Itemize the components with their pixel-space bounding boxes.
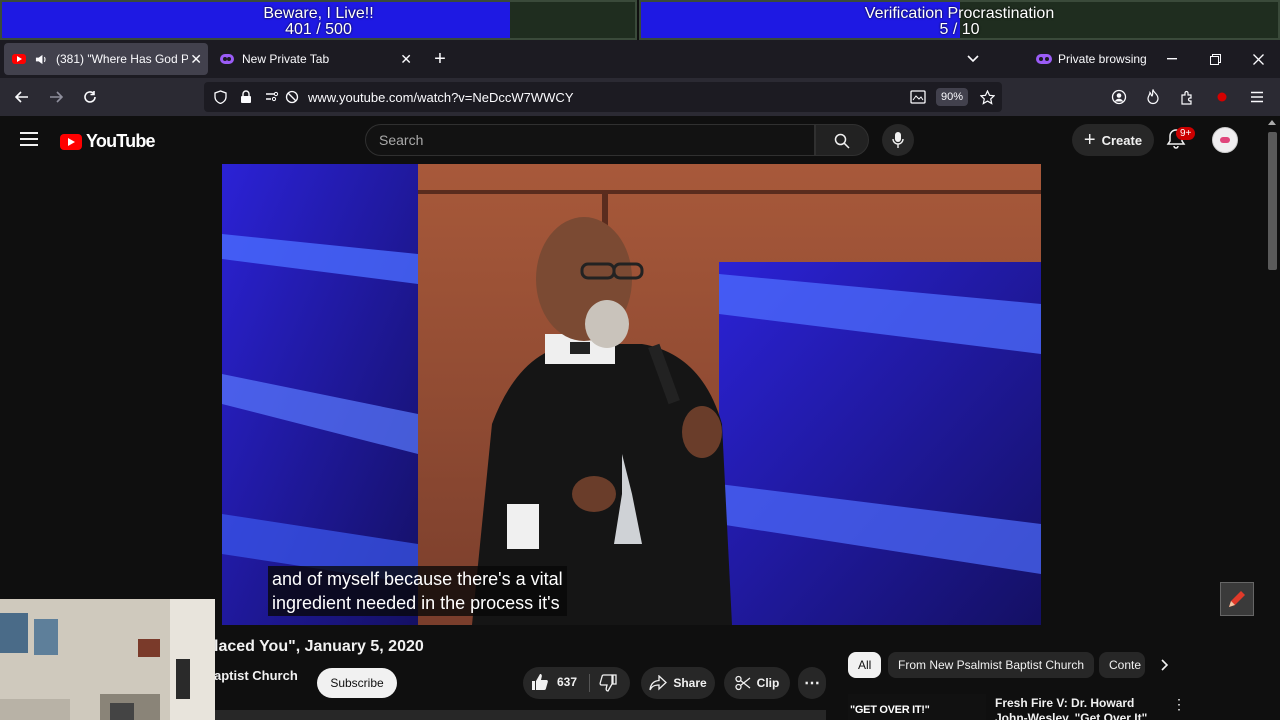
lock-icon[interactable] xyxy=(238,89,254,105)
webcam-overlay xyxy=(0,599,215,720)
url-bar[interactable]: www.youtube.com/watch?v=NeDccW7WWCY 90% xyxy=(204,82,1002,112)
youtube-logo-text: YouTube xyxy=(86,131,156,151)
extensions-puzzle-icon[interactable] xyxy=(1176,86,1198,108)
progress-overlay-1: Beware, I Live!! 401 / 500 xyxy=(0,0,637,40)
search-box[interactable] xyxy=(365,124,815,156)
caption-line-2: ingredient needed in the process it's xyxy=(272,593,560,613)
minimize-window-icon[interactable] xyxy=(1161,48,1183,70)
clip-label: Clip xyxy=(756,676,780,690)
autoplay-blocked-icon[interactable] xyxy=(284,89,300,105)
thumbs-up-icon xyxy=(532,674,548,690)
progress-overlay-1-title: Beware, I Live!! xyxy=(263,5,374,22)
thumbs-down-icon xyxy=(599,674,617,692)
reload-icon[interactable] xyxy=(79,86,101,108)
plus-icon: + xyxy=(1083,129,1096,151)
search-button[interactable] xyxy=(815,124,869,156)
tracking-shield-icon[interactable] xyxy=(212,89,228,105)
tab-new-private[interactable]: New Private Tab ✕ xyxy=(212,43,418,75)
forward-arrow-icon[interactable] xyxy=(45,86,67,108)
tab-close-icon[interactable]: ✕ xyxy=(190,51,202,68)
like-count: 637 xyxy=(557,675,578,689)
restore-window-icon[interactable] xyxy=(1204,48,1226,70)
progress-overlay-2-title: Verification Procrastination xyxy=(864,5,1055,22)
progress-overlay-1-text: Beware, I Live!! 401 / 500 xyxy=(2,6,635,38)
list-all-tabs-chevron-icon[interactable] xyxy=(962,48,984,70)
channel-name[interactable]: aptist Church xyxy=(214,668,298,683)
browser-tab-bar: (381) "Where Has God Plac ✕ New Private … xyxy=(0,40,1280,78)
share-button[interactable]: Share xyxy=(641,667,715,699)
youtube-favicon-icon xyxy=(12,52,26,66)
progress-overlay-2-text: Verification Procrastination 5 / 10 xyxy=(641,6,1278,38)
private-browsing-indicator: Private browsing xyxy=(1036,52,1147,66)
progress-overlay-2: Verification Procrastination 5 / 10 xyxy=(639,0,1280,40)
scissors-icon xyxy=(735,675,751,691)
recommended-video-thumbnail[interactable]: "GET OVER IT!" xyxy=(848,694,986,720)
close-window-icon[interactable] xyxy=(1247,48,1269,70)
zoom-level-button[interactable]: 90% xyxy=(936,88,969,106)
voice-search-button[interactable] xyxy=(882,124,914,156)
recommended-video-title[interactable]: Fresh Fire V: Dr. Howard John-Wesley, "G… xyxy=(995,696,1165,720)
youtube-play-logo-icon xyxy=(60,133,82,150)
progress-overlay-1-count: 401 / 500 xyxy=(285,21,352,38)
private-mask-icon xyxy=(220,52,234,66)
youtube-masthead: YouTube + Create 9+ xyxy=(0,116,1264,164)
share-label: Share xyxy=(673,676,707,690)
screen: Beware, I Live!! 401 / 500 Verification … xyxy=(0,0,1280,720)
permissions-icon[interactable] xyxy=(264,89,280,105)
new-tab-plus-icon[interactable]: + xyxy=(429,48,451,70)
clip-button[interactable]: Clip xyxy=(724,667,790,699)
create-button[interactable]: + Create xyxy=(1072,124,1154,156)
chip-from-channel[interactable]: From New Psalmist Baptist Church xyxy=(888,652,1095,678)
chip-all[interactable]: All xyxy=(848,652,882,678)
video-caption: and of myself because there's a vital in… xyxy=(268,566,567,616)
extension-record-icon[interactable] xyxy=(1211,86,1233,108)
browser-nav-bar: www.youtube.com/watch?v=NeDccW7WWCY 90% xyxy=(0,78,1280,116)
subscribe-button[interactable]: Subscribe xyxy=(317,668,397,698)
back-arrow-icon[interactable] xyxy=(11,86,33,108)
scroll-up-arrow-icon[interactable] xyxy=(1268,120,1276,125)
guide-menu-icon[interactable] xyxy=(20,132,38,146)
notification-count-badge: 9+ xyxy=(1176,127,1196,140)
user-avatar[interactable] xyxy=(1212,127,1238,153)
firefox-view-icon[interactable] xyxy=(1142,86,1164,108)
speaker-icon[interactable] xyxy=(34,52,48,66)
account-icon[interactable] xyxy=(1108,86,1130,108)
microphone-icon xyxy=(892,132,904,148)
scrollbar-thumb[interactable] xyxy=(1268,132,1277,270)
more-actions-icon[interactable]: ⋯ xyxy=(798,667,826,699)
tab-youtube[interactable]: (381) "Where Has God Plac ✕ xyxy=(4,43,208,75)
picture-blocked-icon[interactable] xyxy=(910,89,926,105)
webcam-feed-image xyxy=(0,599,215,720)
like-divider xyxy=(589,674,590,692)
progress-overlay-2-count: 5 / 10 xyxy=(939,21,980,38)
search-input[interactable] xyxy=(379,132,799,148)
video-frame-image xyxy=(222,164,1041,625)
create-label: Create xyxy=(1101,132,1143,148)
youtube-logo[interactable]: YouTube xyxy=(60,131,156,152)
like-button[interactable]: 637 xyxy=(531,673,577,691)
video-player[interactable]: and of myself because there's a vital in… xyxy=(222,164,1041,625)
page-scrollbar[interactable] xyxy=(1264,116,1280,720)
caption-line-1: and of myself because there's a vital xyxy=(272,569,563,589)
bookmark-star-icon[interactable] xyxy=(979,89,995,105)
video-title: laced You", January 5, 2020 xyxy=(214,638,424,655)
url-text: www.youtube.com/watch?v=NeDccW7WWCY xyxy=(308,90,574,105)
annotation-pencil-icon[interactable] xyxy=(1220,582,1254,616)
recommended-more-vertical-icon[interactable]: ⋮ xyxy=(1172,696,1186,713)
description-box-edge xyxy=(214,710,826,720)
thumbnail-text: "GET OVER IT!" xyxy=(850,704,930,716)
share-arrow-icon xyxy=(649,675,668,691)
chips-next-chevron-icon[interactable] xyxy=(1154,654,1176,676)
chip-content[interactable]: Conte xyxy=(1099,652,1145,678)
private-browsing-label: Private browsing xyxy=(1058,52,1147,66)
tab-close-icon[interactable]: ✕ xyxy=(400,51,412,68)
tab-new-private-label: New Private Tab xyxy=(242,52,330,66)
like-dislike-group: 637 xyxy=(523,667,630,699)
tab-youtube-label: (381) "Where Has God Plac xyxy=(56,52,188,66)
search-icon xyxy=(834,133,850,149)
app-menu-hamburger-icon[interactable] xyxy=(1246,86,1268,108)
private-mask-icon xyxy=(1036,54,1052,64)
dislike-button[interactable] xyxy=(599,674,617,695)
